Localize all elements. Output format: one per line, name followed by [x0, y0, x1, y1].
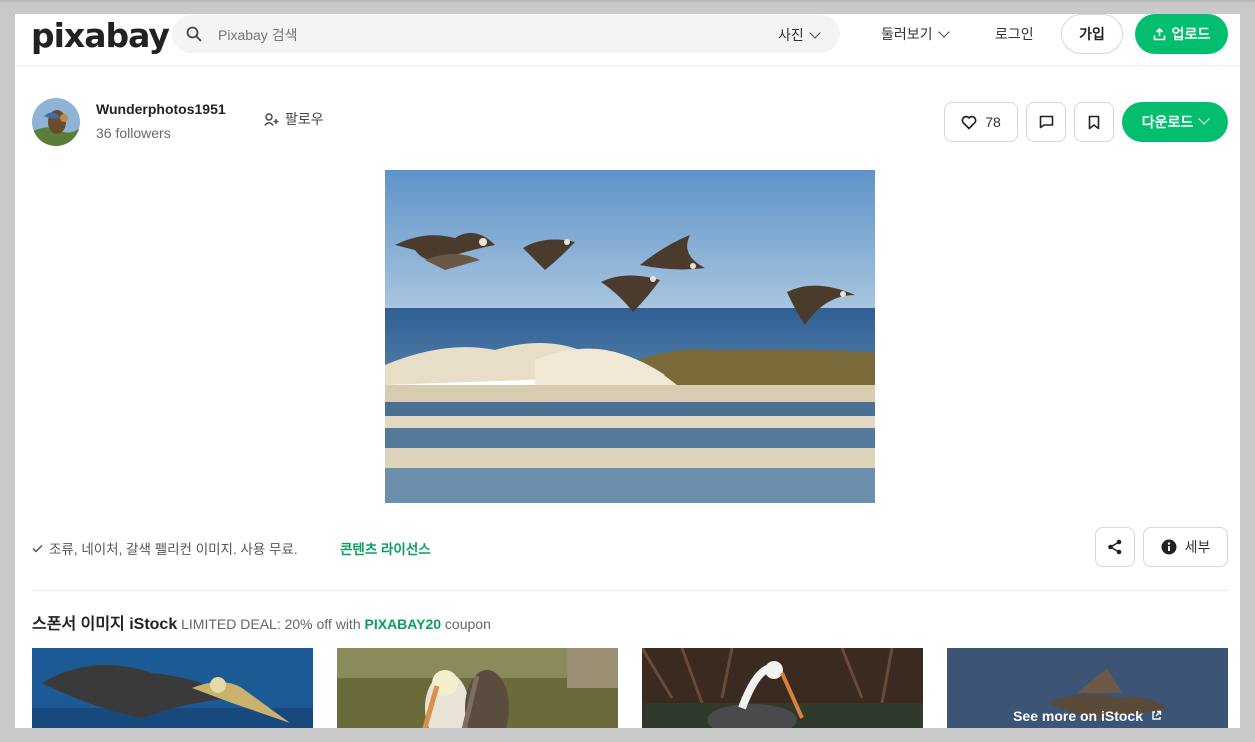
like-count: 78: [985, 114, 1001, 130]
upload-label: 업로드: [1171, 26, 1211, 42]
license-link[interactable]: 콘텐츠 라이선스: [340, 538, 431, 558]
sponsored-thumbnail[interactable]: [642, 648, 923, 728]
bookmark-icon: [1088, 115, 1100, 129]
download-label: 다운로드: [1141, 114, 1194, 130]
share-button[interactable]: [1095, 527, 1135, 567]
heart-icon: [961, 115, 977, 129]
explore-label: 둘러보기: [881, 26, 933, 42]
join-button[interactable]: 가입: [1061, 14, 1123, 54]
external-link-icon: [1152, 710, 1162, 720]
description-text: 조류, 네이처, 갈색 펠리컨 이미지. 사용 무료.: [49, 542, 298, 557]
chevron-down-icon: [809, 27, 821, 39]
divider: [32, 590, 1228, 591]
upload-icon: [1153, 27, 1165, 40]
header: pixabay 사진 둘러보기 로그인 가입 업로드: [15, 14, 1240, 66]
sponsored-title: 스폰서 이미지 iStock: [32, 616, 178, 633]
explore-menu[interactable]: 둘러보기: [881, 24, 950, 44]
details-label: 세부: [1184, 539, 1211, 555]
check-icon: [32, 544, 43, 553]
image-description: 조류, 네이처, 갈색 펠리컨 이미지. 사용 무료.: [32, 538, 298, 558]
pixabay-logo[interactable]: pixabay: [31, 16, 170, 55]
see-more-label: See more on iStock: [1013, 708, 1144, 724]
login-link[interactable]: 로그인: [995, 24, 1034, 44]
like-button[interactable]: 78: [944, 102, 1018, 142]
comment-button[interactable]: [1026, 102, 1066, 142]
search-icon[interactable]: [186, 26, 202, 42]
info-icon: [1161, 539, 1177, 555]
share-icon: [1108, 539, 1122, 555]
deal-text: LIMITED DEAL: 20% off with: [181, 616, 361, 632]
follow-label: 팔로우: [285, 111, 324, 127]
sponsored-see-more[interactable]: See more on iStock: [947, 648, 1228, 728]
comment-icon: [1039, 115, 1053, 129]
download-button[interactable]: 다운로드: [1122, 102, 1228, 142]
window-top-edge: [0, 0, 1255, 2]
sponsored-thumbnail[interactable]: [32, 648, 313, 728]
username[interactable]: Wunderphotos1951: [96, 101, 226, 117]
sponsored-thumbnail[interactable]: [337, 648, 618, 728]
follower-count: 36 followers: [96, 125, 171, 141]
window-bottom-edge: [0, 728, 1255, 742]
deal-suffix: coupon: [444, 616, 491, 632]
follow-button[interactable]: 팔로우: [264, 109, 324, 129]
search-type-label: 사진: [778, 27, 804, 43]
details-button[interactable]: 세부: [1143, 527, 1228, 567]
coupon-code: PIXABAY20: [364, 616, 442, 632]
upload-button[interactable]: 업로드: [1135, 14, 1228, 54]
see-more-link[interactable]: See more on iStock: [947, 708, 1228, 724]
chevron-down-icon: [937, 26, 950, 38]
search-input[interactable]: [216, 23, 740, 47]
main-photo[interactable]: [385, 170, 875, 503]
search-type-select[interactable]: 사진: [778, 25, 821, 45]
page: pixabay 사진 둘러보기 로그인 가입 업로드: [15, 14, 1240, 728]
bookmark-button[interactable]: [1074, 102, 1114, 142]
chevron-down-icon: [1198, 113, 1210, 125]
search-bar: 사진: [172, 15, 840, 53]
add-user-icon: [264, 112, 279, 126]
sponsored-heading: 스폰서 이미지 iStock LIMITED DEAL: 20% off wit…: [32, 610, 491, 634]
avatar[interactable]: [32, 98, 80, 146]
